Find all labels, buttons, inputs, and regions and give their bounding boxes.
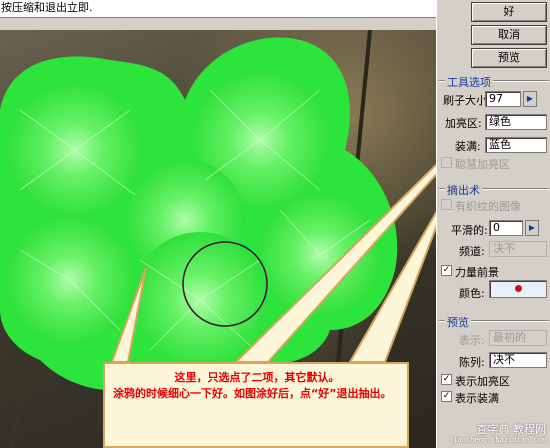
- ok-button[interactable]: 好: [471, 2, 547, 22]
- extraction-title: 摘出术: [445, 182, 482, 198]
- smart-highlight-checkbox[interactable]: [441, 157, 452, 168]
- display-select[interactable]: 决不: [489, 352, 547, 368]
- channel-select[interactable]: 决不: [489, 241, 547, 257]
- smart-highlight-label: 聪慧加亮区: [455, 158, 510, 171]
- show-highlight-label: 表示加亮区: [455, 375, 510, 388]
- fill-select[interactable]: 蓝色: [485, 137, 547, 153]
- color-swatch[interactable]: [489, 280, 547, 298]
- color-label: 颜色:: [459, 287, 485, 300]
- highlight-label: 加亮区:: [445, 117, 482, 130]
- brush-size-field[interactable]: 97: [485, 91, 521, 107]
- smooth-arrow-icon[interactable]: ▶: [525, 220, 539, 236]
- show-label: 表示:: [459, 334, 485, 347]
- show-fill-checkbox[interactable]: ✓: [441, 391, 452, 402]
- show-select[interactable]: 最初的: [489, 330, 547, 346]
- force-foreground-label: 力量前景: [455, 266, 499, 279]
- watermark-url: jiaocheng.chazidian.com: [449, 436, 546, 444]
- brush-size-label: 刷子大小:: [443, 94, 491, 107]
- tool-options-title: 工具选项: [445, 74, 493, 90]
- highlight-select[interactable]: 绿色: [485, 114, 547, 130]
- show-highlight-checkbox[interactable]: ✓: [441, 374, 452, 385]
- textured-label: 有织纹的图像: [455, 200, 521, 213]
- hint-text: 按压缩和退出立即.: [1, 1, 93, 14]
- force-foreground-checkbox[interactable]: ✓: [441, 265, 452, 276]
- annotation-line-2: 涂鸦的时候细心一下好。如图涂好后，点“好”退出抽出。: [113, 387, 392, 400]
- color-dot-icon: [515, 285, 522, 292]
- brush-size-arrow-icon[interactable]: ▶: [523, 91, 537, 107]
- preview-button[interactable]: 预览: [471, 48, 547, 68]
- annotation-note: 这里，只选点了二项，其它默认。 涂鸦的时候细心一下好。如图涂好后，点“好”退出抽…: [103, 362, 409, 448]
- channel-label: 频道:: [459, 245, 485, 258]
- hint-bar: 按压缩和退出立即.: [0, 0, 440, 18]
- smooth-label: 平滑的:: [451, 224, 488, 237]
- options-panel: 好 取消 预览 工具选项 刷子大小: 97 ▶ 加亮区: 绿色 装满: 蓝色 聪…: [436, 0, 550, 448]
- textured-checkbox[interactable]: [441, 199, 452, 210]
- annotation-line-1: 这里，只选点了二项，其它默认。: [174, 371, 340, 384]
- cancel-button[interactable]: 取消: [471, 25, 547, 45]
- watermark-title: 查字典 教程网: [476, 423, 547, 436]
- display-label: 陈列:: [459, 356, 485, 369]
- preview-group-title: 预览: [445, 314, 471, 330]
- smooth-field[interactable]: 0: [489, 220, 523, 236]
- show-fill-label: 表示装满: [455, 392, 499, 405]
- watermark: 查字典 教程网 jiaocheng.chazidian.com: [449, 424, 546, 446]
- fill-label: 装满:: [455, 140, 481, 153]
